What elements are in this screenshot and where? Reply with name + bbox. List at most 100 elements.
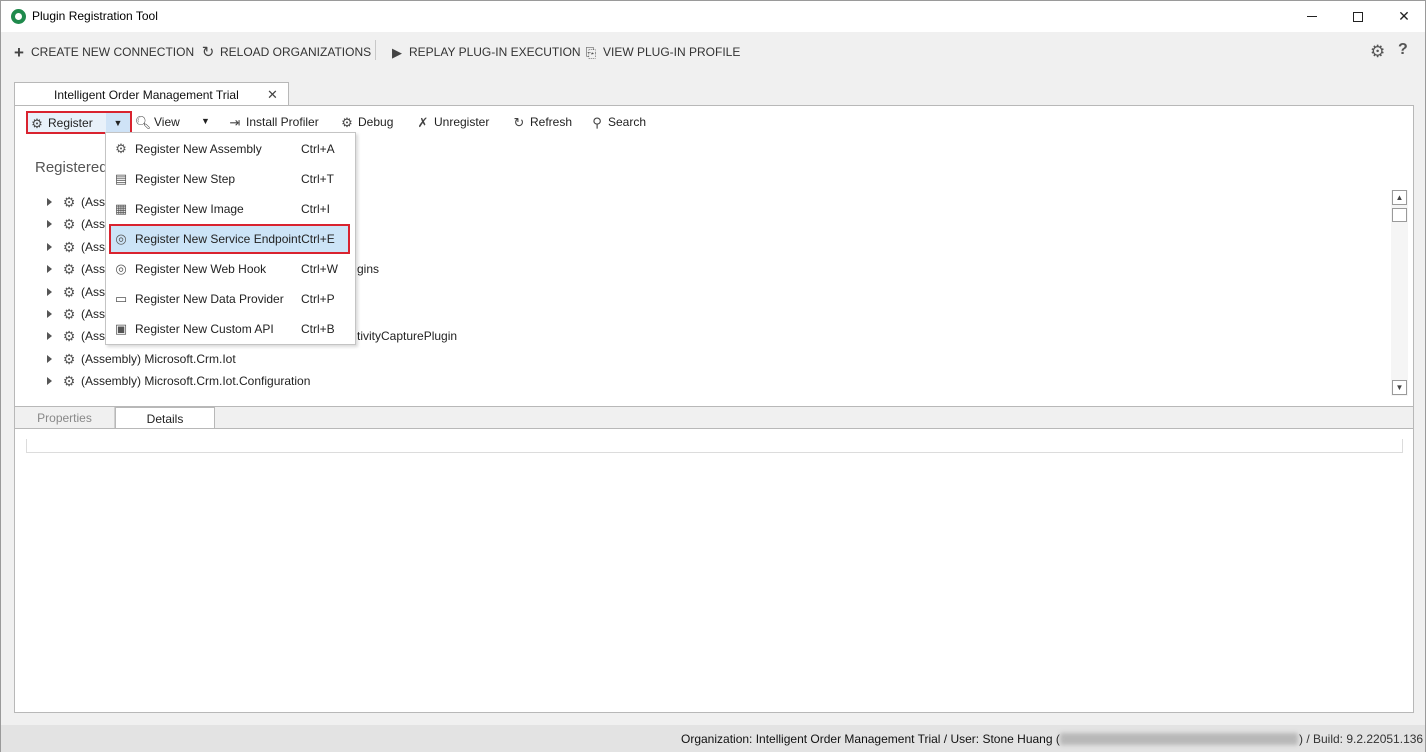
tree-item[interactable]: ⚙ (Ass (47, 238, 105, 256)
view-dropdown-arrow[interactable]: ▼ (201, 116, 210, 126)
search-button[interactable]: ⚲ Search (590, 113, 646, 131)
organization-tab[interactable]: Intelligent Order Management Trial ✕ (14, 82, 289, 106)
menu-item-register-step[interactable]: ▤ Register New Step Ctrl+T (110, 165, 349, 193)
scroll-down-arrow-icon[interactable]: ▼ (1392, 380, 1407, 395)
tree-item-label: (Assembly) Microsoft.Crm.Iot.Configurati… (81, 374, 311, 388)
maximize-icon (1353, 11, 1363, 22)
plus-icon: + (14, 42, 24, 62)
tree-vertical-scrollbar[interactable]: ▲ ▼ (1391, 190, 1408, 396)
image-icon: ▦ (114, 201, 128, 216)
tree-item[interactable]: ⚙ (Assembly) Microsoft.Crm.Iot (47, 350, 236, 368)
expand-arrow-icon[interactable] (47, 243, 52, 251)
unregister-button[interactable]: ✗ Unregister (416, 113, 490, 131)
menu-item-register-image[interactable]: ▦ Register New Image Ctrl+I (110, 195, 349, 223)
registered-heading: Registered (35, 159, 108, 176)
tree-item[interactable]: ⚙ (Ass (47, 193, 105, 211)
maximize-button[interactable] (1335, 1, 1381, 32)
menu-item-register-data-provider[interactable]: ▭ Register New Data Provider Ctrl+P (110, 285, 349, 313)
reload-organizations-label: RELOAD ORGANIZATIONS (220, 45, 372, 59)
menu-item-register-web-hook[interactable]: ◎ Register New Web Hook Ctrl+W (110, 255, 349, 283)
debug-icon: ⚙ (341, 114, 353, 130)
profile-icon: ⎘ (585, 44, 597, 60)
tree-item-label: (Ass (81, 307, 105, 321)
menu-item-register-custom-api[interactable]: ▣ Register New Custom API Ctrl+B (110, 315, 349, 343)
replay-execution-button[interactable]: ▶ REPLAY PLUG-IN EXECUTION (390, 43, 581, 61)
tree-item[interactable]: ⚙ (Assembly) Microsoft.Crm.Iot.Configurat… (47, 372, 310, 390)
expand-arrow-icon[interactable] (47, 265, 52, 273)
organization-tab-label: Intelligent Order Management Trial (54, 88, 239, 102)
tree-item[interactable]: ⚙ (Ass (47, 305, 105, 323)
minimize-button[interactable] (1289, 1, 1335, 32)
search-icon: ⚲ (592, 114, 602, 130)
tree-item[interactable]: ⚙ (Ass (47, 283, 105, 301)
expand-arrow-icon[interactable] (47, 332, 52, 340)
app-logo-icon (11, 9, 26, 24)
window-title: Plugin Registration Tool (32, 9, 158, 23)
expand-arrow-icon[interactable] (47, 288, 52, 296)
tree-item[interactable]: ⚙ (Ass (47, 215, 105, 233)
scroll-up-arrow-icon[interactable]: ▲ (1392, 190, 1407, 205)
assembly-icon: ⚙ (115, 141, 127, 156)
tree-item-label: (Ass (81, 217, 105, 231)
toolbar-divider (375, 40, 376, 60)
menu-item-label: Register New Web Hook (135, 262, 267, 276)
menu-item-label: Register New Service Endpoint (134, 232, 302, 246)
search-label: Search (608, 115, 647, 129)
menu-item-shortcut: Ctrl+T (301, 172, 334, 186)
tab-details[interactable]: Details (115, 407, 215, 429)
close-window-button[interactable]: ✕ (1381, 1, 1426, 32)
close-tab-icon[interactable]: ✕ (267, 87, 278, 103)
register-button[interactable]: ⚙ Register (30, 115, 93, 131)
main-toolbar: + CREATE NEW CONNECTION ↻ RELOAD ORGANIZ… (1, 32, 1425, 70)
web-hook-icon: ◎ (115, 261, 127, 276)
reload-organizations-button[interactable]: ↻ RELOAD ORGANIZATIONS (201, 43, 371, 61)
refresh-button[interactable]: ↻ Refresh (512, 113, 572, 131)
settings-gear-icon[interactable]: ⚙ (1370, 42, 1385, 62)
menu-item-shortcut: Ctrl+A (301, 142, 335, 156)
menu-item-label: Register New Image (135, 202, 244, 216)
expand-arrow-icon[interactable] (47, 220, 52, 228)
menu-item-register-service-endpoint[interactable]: ◎ Register New Service Endpoint Ctrl+E (109, 224, 350, 254)
assembly-gear-icon: ⚙ (62, 327, 76, 344)
register-dropdown-menu: ⚙ Register New Assembly Ctrl+A ▤ Registe… (105, 132, 356, 345)
tree-item-label: (Ass (81, 240, 105, 254)
replay-execution-label: REPLAY PLUG-IN EXECUTION (409, 45, 581, 59)
custom-api-icon: ▣ (114, 321, 128, 336)
debug-label: Debug (358, 115, 394, 129)
expand-arrow-icon[interactable] (47, 198, 52, 206)
install-icon: ⇥ (229, 114, 241, 130)
create-connection-label: CREATE NEW CONNECTION (31, 45, 195, 59)
status-bar: Organization: Intelligent Order Manageme… (1, 725, 1425, 752)
create-connection-button[interactable]: + CREATE NEW CONNECTION (12, 43, 194, 61)
install-profiler-button[interactable]: ⇥ Install Profiler (228, 113, 319, 131)
install-profiler-label: Install Profiler (246, 115, 319, 129)
view-button[interactable]: 🔍︎ View (135, 113, 180, 131)
service-endpoint-icon: ◎ (115, 231, 127, 246)
unregister-icon: ✗ (417, 114, 429, 130)
register-dropdown-arrow[interactable]: ▼ (106, 113, 130, 132)
menu-item-shortcut: Ctrl+I (301, 202, 331, 216)
step-icon: ▤ (114, 171, 128, 186)
status-build-text: ) / Build: 9.2.22051.136 (1299, 732, 1424, 746)
menu-item-register-assembly[interactable]: ⚙ Register New Assembly Ctrl+A (110, 135, 349, 163)
tree-item[interactable]: ⚙ (Ass (47, 260, 105, 278)
help-icon[interactable]: ? (1398, 41, 1408, 59)
debug-button[interactable]: ⚙ Debug (340, 113, 393, 131)
replay-icon: ▶ (392, 44, 402, 60)
assembly-gear-icon: ⚙ (62, 350, 76, 367)
view-profile-button[interactable]: ⎘ VIEW PLUG-IN PROFILE (584, 43, 741, 61)
tree-item-label-tail: gins (357, 262, 380, 276)
tree-item-label: (Ass (81, 329, 105, 343)
minimize-icon (1307, 16, 1317, 17)
tab-properties[interactable]: Properties (15, 407, 115, 429)
expand-arrow-icon[interactable] (47, 355, 52, 363)
scrollbar-thumb[interactable] (1392, 208, 1407, 222)
expand-arrow-icon[interactable] (47, 310, 52, 318)
expand-arrow-icon[interactable] (47, 377, 52, 385)
tree-item-label: (Ass (81, 285, 105, 299)
tree-item[interactable]: ⚙ (Ass (47, 327, 105, 345)
assembly-gear-icon: ⚙ (62, 260, 76, 277)
reload-icon: ↻ (201, 43, 215, 61)
view-profile-label: VIEW PLUG-IN PROFILE (603, 45, 741, 59)
register-split-button[interactable]: ⚙ Register ▼ (26, 111, 132, 134)
